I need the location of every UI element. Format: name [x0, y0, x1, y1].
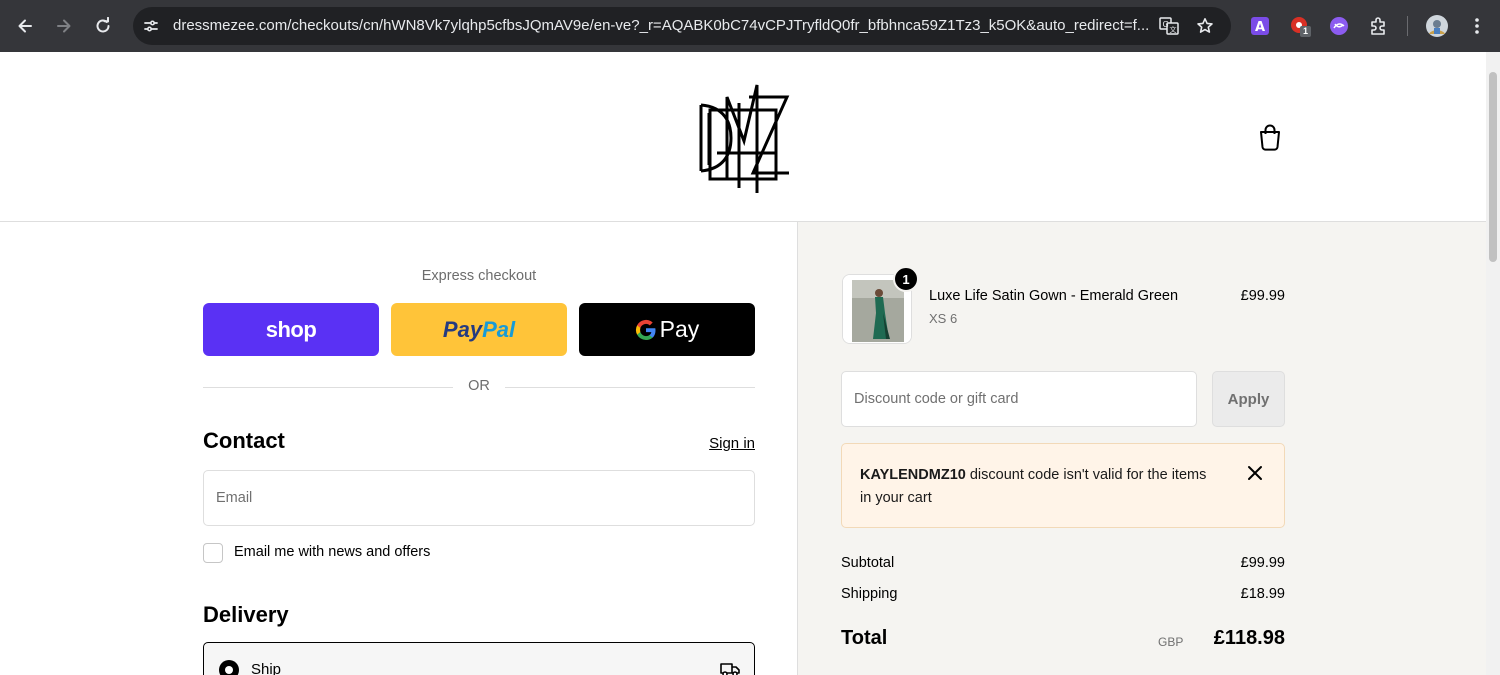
extension-red-icon[interactable]: 1: [1289, 15, 1311, 37]
paypal-button[interactable]: Pay Pal: [391, 303, 567, 356]
total-label: Total: [841, 627, 888, 649]
kebab-menu-icon[interactable]: [1466, 15, 1488, 37]
checkout-page: Express checkout shop Pay Pal Pay OR Cont…: [0, 52, 1486, 675]
page-scrollbar[interactable]: [1486, 52, 1500, 675]
reload-icon[interactable]: [90, 13, 116, 39]
or-divider: OR: [203, 378, 755, 396]
sign-in-link[interactable]: Sign in: [680, 435, 755, 452]
contact-title: Contact: [203, 428, 285, 453]
extension-a-icon[interactable]: A: [1249, 15, 1271, 37]
paypal-label-part1: Pay: [442, 316, 483, 342]
newsletter-checkbox[interactable]: [203, 543, 223, 563]
browser-toolbar: dressmezee.com/checkouts/cn/hWN8Vk7ylqhp…: [0, 0, 1500, 52]
star-icon[interactable]: [1195, 16, 1215, 36]
svg-text:G: G: [1163, 20, 1169, 29]
total-currency: GBP: [1158, 635, 1184, 649]
svg-text:A: A: [1255, 20, 1265, 35]
total-value: £118.98: [1213, 627, 1285, 649]
discount-code-field[interactable]: [841, 371, 1197, 427]
ship-label: Ship: [251, 661, 282, 675]
shipping-value: £18.99: [1240, 586, 1285, 602]
extensions-puzzle-icon[interactable]: [1368, 15, 1390, 37]
product-variant: XS 6: [929, 311, 958, 326]
ship-option[interactable]: Ship: [203, 642, 755, 675]
svg-text:文: 文: [1170, 25, 1177, 34]
ship-radio[interactable]: [219, 660, 239, 675]
scrollbar-thumb[interactable]: [1489, 72, 1497, 262]
newsletter-label[interactable]: Email me with news and offers: [234, 544, 430, 560]
toolbar-divider: [1407, 16, 1408, 36]
google-pay-label: Pay: [659, 316, 700, 342]
shipping-label: Shipping: [841, 586, 898, 602]
google-g-icon: [635, 319, 656, 340]
shop-pay-button[interactable]: shop: [203, 303, 379, 356]
subtotal-label: Subtotal: [841, 555, 895, 571]
profile-avatar[interactable]: [1426, 15, 1448, 37]
google-pay-button[interactable]: Pay: [579, 303, 755, 356]
shop-pay-label: shop: [265, 316, 317, 342]
checkout-form: Express checkout shop Pay Pal Pay OR Cont…: [0, 222, 797, 675]
forward-icon[interactable]: [51, 13, 77, 39]
store-logo[interactable]: [697, 83, 791, 193]
order-summary: 1 Luxe Life Satin Gown - Emerald Green X…: [797, 222, 1486, 675]
url-text[interactable]: dressmezee.com/checkouts/cn/hWN8Vk7ylqhp…: [173, 7, 1151, 45]
site-info-icon[interactable]: [141, 16, 161, 36]
or-text: OR: [468, 378, 490, 394]
discount-error-alert: KAYLENDMZ10 discount code isn't valid fo…: [841, 443, 1285, 528]
extension-purple-icon[interactable]: [1328, 15, 1350, 37]
back-icon[interactable]: [12, 13, 38, 39]
express-checkout-label: Express checkout: [421, 268, 537, 284]
address-bar[interactable]: dressmezee.com/checkouts/cn/hWN8Vk7ylqhp…: [133, 7, 1231, 45]
apply-discount-button[interactable]: Apply: [1212, 371, 1285, 427]
alert-message: KAYLENDMZ10 discount code isn't valid fo…: [860, 464, 1215, 510]
delivery-title: Delivery: [203, 602, 289, 627]
quantity-badge: 1: [893, 266, 919, 292]
translate-icon[interactable]: G文: [1159, 16, 1179, 36]
product-name: Luxe Life Satin Gown - Emerald Green: [929, 288, 1179, 304]
close-icon[interactable]: [1246, 464, 1264, 482]
product-price: £99.99: [1240, 288, 1285, 304]
alert-code: KAYLENDMZ10: [860, 467, 966, 483]
store-header: [0, 52, 1486, 222]
email-field[interactable]: [203, 470, 755, 526]
truck-icon: [719, 659, 741, 675]
shopping-bag-icon[interactable]: [1257, 123, 1283, 151]
paypal-label-part2: Pal: [482, 316, 516, 342]
subtotal-value: £99.99: [1240, 555, 1285, 571]
extension-badge: 1: [1303, 26, 1309, 36]
